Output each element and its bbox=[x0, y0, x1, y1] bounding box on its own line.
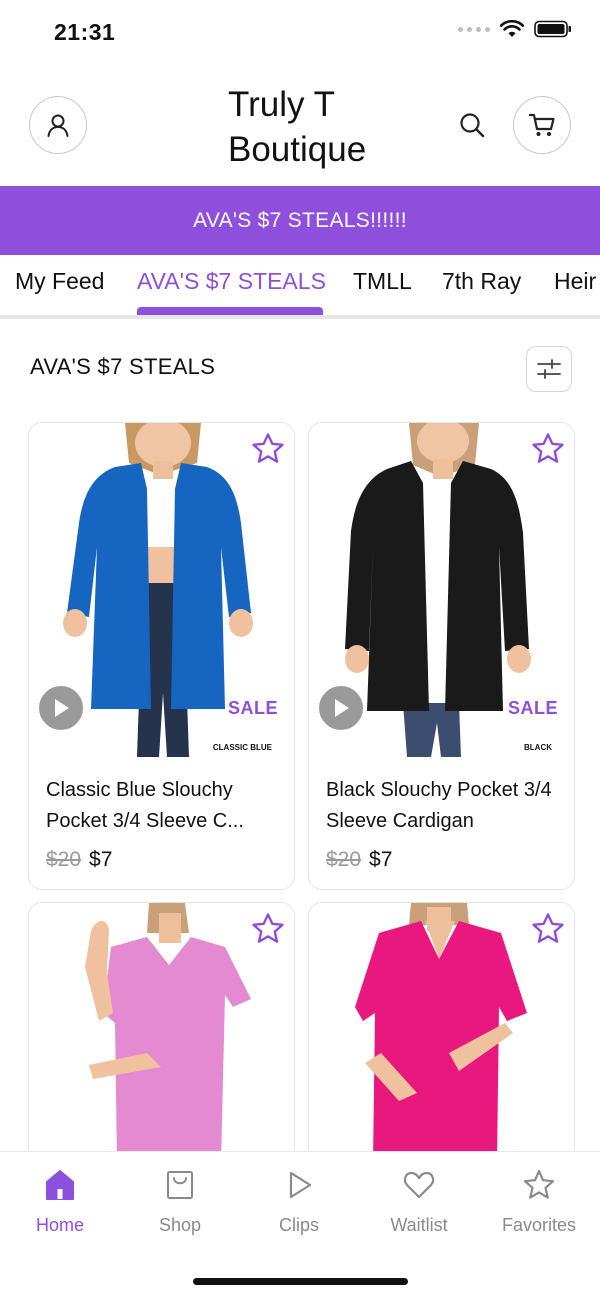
product-card[interactable]: SALE CLASSIC BLUE Classic Blue Slouchy P… bbox=[28, 422, 295, 890]
play-video-button[interactable] bbox=[317, 684, 365, 732]
favorite-star-icon[interactable] bbox=[530, 911, 566, 947]
search-button[interactable] bbox=[455, 108, 489, 142]
original-price: $20 bbox=[46, 848, 82, 871]
heart-icon bbox=[403, 1171, 435, 1199]
shop-icon bbox=[167, 1171, 193, 1199]
play-icon bbox=[335, 699, 349, 717]
product-name[interactable]: Classic Blue Slouchy Pocket 3/4 Sleeve C… bbox=[46, 775, 286, 837]
section-title: AVA'S $7 STEALS bbox=[30, 354, 216, 379]
profile-button[interactable] bbox=[29, 96, 87, 154]
original-price: $20 bbox=[326, 848, 362, 871]
filter-button[interactable] bbox=[526, 346, 572, 392]
product-image[interactable] bbox=[309, 903, 574, 1161]
nav-shop[interactable]: Shop bbox=[130, 1168, 230, 1236]
promo-banner-text: AVA'S $7 STEALS!!!!!! bbox=[193, 208, 407, 232]
play-icon bbox=[289, 1171, 312, 1199]
home-indicator bbox=[193, 1278, 408, 1285]
category-tabs: My Feed AVA'S $7 STEALS TMLL 7th Ray Hei… bbox=[0, 255, 600, 319]
color-tag: BLACK bbox=[524, 743, 552, 752]
search-icon bbox=[460, 113, 485, 138]
color-tag: CLASSIC BLUE bbox=[212, 743, 272, 752]
status-time: 21:31 bbox=[54, 19, 116, 45]
app-header: Truly T Boutique bbox=[0, 66, 600, 186]
cart-button[interactable] bbox=[513, 96, 571, 154]
active-tab-indicator bbox=[137, 307, 323, 315]
favorite-star-icon[interactable] bbox=[250, 911, 286, 947]
sliders-icon bbox=[537, 359, 561, 379]
price-row: $20 $7 bbox=[326, 848, 392, 872]
nav-waitlist[interactable]: Waitlist bbox=[369, 1168, 469, 1236]
tab-heir[interactable]: Heir bbox=[554, 268, 596, 295]
promo-banner[interactable]: AVA'S $7 STEALS!!!!!! bbox=[0, 186, 600, 255]
bottom-nav: Home Shop Clips Waitlist Favorites bbox=[0, 1151, 600, 1299]
battery-icon bbox=[534, 20, 571, 38]
product-card[interactable] bbox=[28, 902, 295, 1162]
status-bar: 21:31 bbox=[0, 0, 600, 66]
wifi-icon bbox=[500, 20, 524, 37]
product-name[interactable]: Black Slouchy Pocket 3/4 Sleeve Cardigan bbox=[326, 775, 566, 837]
nav-home[interactable]: Home bbox=[10, 1168, 110, 1236]
star-icon bbox=[523, 1169, 555, 1199]
tab-my-feed[interactable]: My Feed bbox=[15, 268, 104, 295]
cart-icon bbox=[528, 113, 555, 136]
price-row: $20 $7 bbox=[46, 848, 112, 872]
nav-clips-label: Clips bbox=[278, 1215, 319, 1235]
favorite-star-icon[interactable] bbox=[530, 431, 566, 467]
play-video-button[interactable] bbox=[37, 684, 85, 732]
tab-7th-ray[interactable]: 7th Ray bbox=[442, 268, 521, 295]
sale-badge: SALE bbox=[507, 698, 558, 718]
product-card[interactable] bbox=[308, 902, 575, 1162]
product-card[interactable]: SALE BLACK Black Slouchy Pocket 3/4 Slee… bbox=[308, 422, 575, 890]
product-image[interactable]: SALE CLASSIC BLUE bbox=[29, 423, 294, 757]
tab-avas-7-steals[interactable]: AVA'S $7 STEALS bbox=[137, 268, 326, 295]
play-icon bbox=[55, 699, 69, 717]
nav-favorites[interactable]: Favorites bbox=[489, 1168, 589, 1236]
nav-waitlist-label: Waitlist bbox=[390, 1215, 448, 1235]
store-title: Truly T Boutique bbox=[228, 85, 367, 169]
user-icon bbox=[47, 114, 69, 137]
sale-badge: SALE bbox=[227, 698, 278, 718]
sale-price: $7 bbox=[369, 848, 393, 871]
nav-favorites-label: Favorites bbox=[501, 1215, 577, 1235]
signal-icon bbox=[458, 26, 490, 32]
nav-clips[interactable]: Clips bbox=[249, 1168, 349, 1236]
favorite-star-icon[interactable] bbox=[250, 431, 286, 467]
product-image[interactable]: SALE BLACK bbox=[309, 423, 574, 757]
product-image[interactable] bbox=[29, 903, 294, 1161]
nav-home-label: Home bbox=[35, 1215, 84, 1235]
nav-shop-label: Shop bbox=[158, 1215, 202, 1235]
status-icons bbox=[458, 20, 572, 38]
tab-tmll[interactable]: TMLL bbox=[353, 268, 412, 295]
sale-price: $7 bbox=[89, 848, 113, 871]
home-icon bbox=[46, 1170, 74, 1200]
